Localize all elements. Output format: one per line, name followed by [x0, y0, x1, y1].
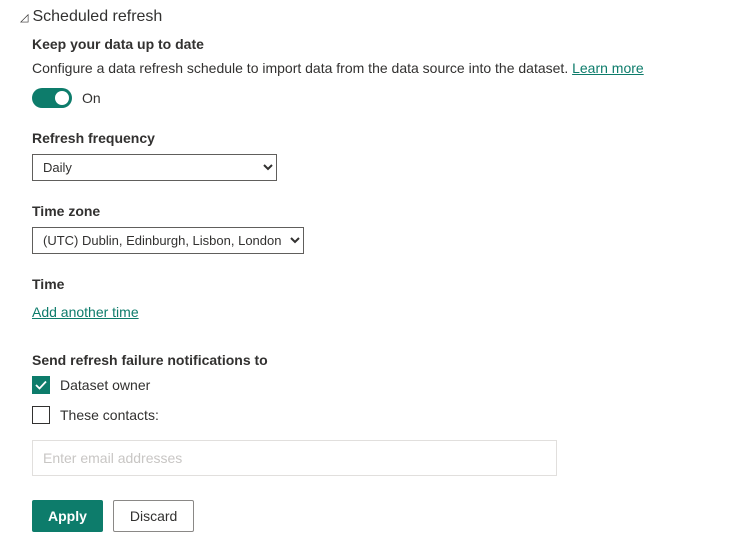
timezone-label: Time zone: [32, 203, 712, 219]
timezone-select[interactable]: (UTC) Dublin, Edinburgh, Lisbon, London: [32, 227, 304, 254]
these-contacts-label: These contacts:: [60, 407, 159, 423]
section-subtitle: Keep your data up to date: [32, 36, 712, 52]
section-title: Scheduled refresh: [32, 8, 162, 26]
notifications-label: Send refresh failure notifications to: [32, 352, 712, 368]
dataset-owner-label: Dataset owner: [60, 377, 150, 393]
frequency-select[interactable]: Daily: [32, 154, 277, 181]
email-addresses-input[interactable]: [32, 440, 557, 476]
expand-collapse-icon: ◿: [20, 11, 28, 24]
frequency-label: Refresh frequency: [32, 130, 712, 146]
apply-button[interactable]: Apply: [32, 500, 103, 532]
description-text: Configure a data refresh schedule to imp…: [32, 60, 572, 76]
add-time-link[interactable]: Add another time: [32, 304, 139, 320]
toggle-state-label: On: [82, 90, 101, 106]
section-header[interactable]: ◿ Scheduled refresh: [20, 8, 712, 26]
toggle-knob: [55, 91, 69, 105]
dataset-owner-checkbox[interactable]: [32, 376, 50, 394]
time-label: Time: [32, 276, 712, 292]
discard-button[interactable]: Discard: [113, 500, 194, 532]
section-description: Configure a data refresh schedule to imp…: [32, 60, 712, 76]
refresh-toggle[interactable]: [32, 88, 72, 108]
learn-more-link[interactable]: Learn more: [572, 60, 644, 76]
checkmark-icon: [35, 379, 47, 391]
these-contacts-checkbox[interactable]: [32, 406, 50, 424]
